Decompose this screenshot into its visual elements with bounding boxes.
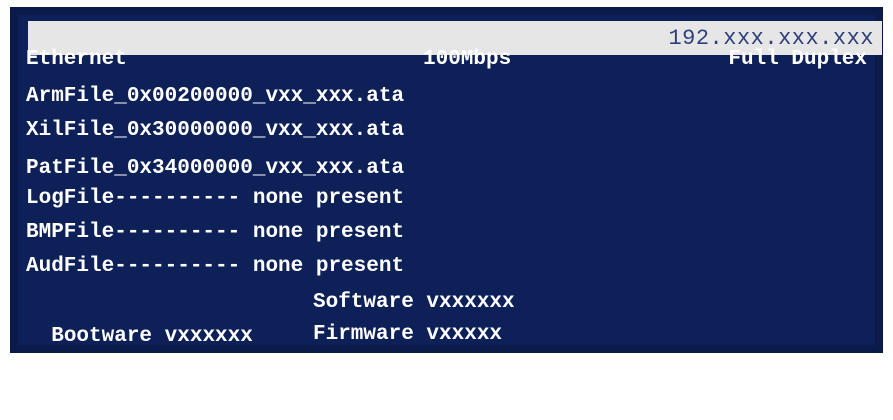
file-pat: PatFile_0x34000000_vxx_xxx.ata: [26, 157, 405, 180]
version-row-2: Hardware vxxxxx Firmware vxxxxx: [26, 318, 826, 380]
file-log: LogFile---------- none present: [26, 187, 405, 210]
network-speed: 100Mbps: [423, 48, 512, 71]
file-xil: XilFile_0x30000000_vxx_xxx.ata: [26, 119, 405, 142]
file-arm: ArmFile_0x00200000_vxx_xxx.ata: [26, 85, 405, 108]
software-version: Software vxxxxxx: [313, 291, 515, 314]
network-duplex: Full Duplex: [728, 48, 867, 71]
file-bmp: BMPFile---------- none present: [26, 221, 405, 244]
version-row-1: Bootware vxxxxxx Software vxxxxxx: [26, 286, 826, 348]
firmware-version: Firmware vxxxxx: [313, 323, 503, 346]
hardware-version: Hardware vxxxxx: [51, 357, 241, 380]
file-aud: AudFile---------- none present: [26, 255, 405, 278]
network-interface: Ethernet: [26, 48, 127, 71]
